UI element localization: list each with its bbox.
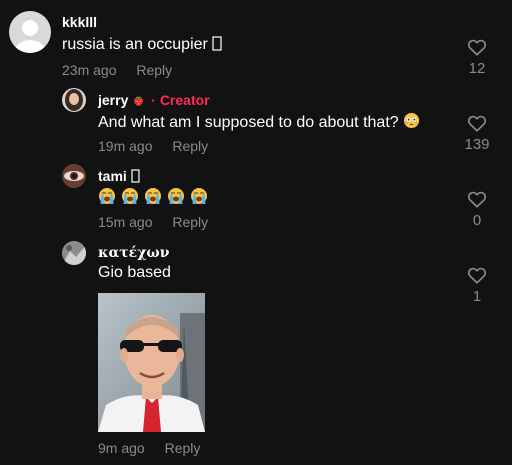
emoji-row [98,187,208,207]
like-button[interactable]: 0 [457,190,497,229]
like-count: 139 [464,136,490,153]
comment-meta: 9m ago Reply [98,440,200,456]
username-link[interactable]: tami [98,168,127,184]
comment-username[interactable]: κατέχων [98,245,169,261]
loudly-crying-face-icon [167,187,185,210]
creator-label: Creator [159,92,210,108]
comment-time: 9m ago [98,440,145,456]
comment-body: And what am I supposed to do about that? [98,114,399,131]
heart-outline-icon [467,191,487,208]
flushed-face-icon [403,112,420,134]
comment-time: 23m ago [62,62,117,78]
heart-outline-icon [467,115,487,132]
box-glyph-icon [131,169,140,186]
like-button[interactable]: 12 [457,38,497,77]
avatar-jerry[interactable] [62,88,86,112]
loudly-crying-face-icon [98,187,116,210]
comment-time: 15m ago [98,214,153,230]
comment-time: 19m ago [98,138,153,154]
username-link[interactable]: jerry [98,92,128,108]
comment-text: russia is an occupier [62,36,222,56]
comment-body: russia is an occupier [62,36,208,53]
loudly-crying-face-icon [121,187,139,210]
avatar-default[interactable] [9,11,51,53]
loudly-crying-face-icon [144,187,162,210]
comment-username: tami [98,168,140,186]
reply-button[interactable]: Reply [172,138,208,154]
like-count: 12 [468,60,486,77]
comment-meta: 19m ago Reply [98,138,208,154]
reply-button[interactable]: Reply [165,440,201,456]
heart-outline-icon [467,39,487,56]
avatar-katechon[interactable] [62,241,86,265]
like-count: 1 [472,288,482,305]
avatar-tami[interactable] [62,164,86,188]
comment-meta: 15m ago Reply [98,214,208,230]
heart-outline-icon [467,267,487,284]
like-count: 0 [472,212,482,229]
box-glyph-icon [212,36,222,56]
like-button[interactable]: 1 [457,266,497,305]
like-button[interactable]: 139 [457,114,497,153]
comment-username: jerry · Creator [98,92,210,110]
comment-meta: 23m ago Reply [62,62,172,78]
reply-button[interactable]: Reply [136,62,172,78]
reply-button[interactable]: Reply [172,214,208,230]
comment-photo[interactable] [98,293,205,432]
strawberry-icon [132,94,145,110]
separator-dot: · [151,92,156,108]
comment-text: Gio based [98,264,171,281]
comment-text: And what am I supposed to do about that? [98,112,420,134]
comment-username[interactable]: kkklll [62,14,97,30]
loudly-crying-face-icon [190,187,208,210]
